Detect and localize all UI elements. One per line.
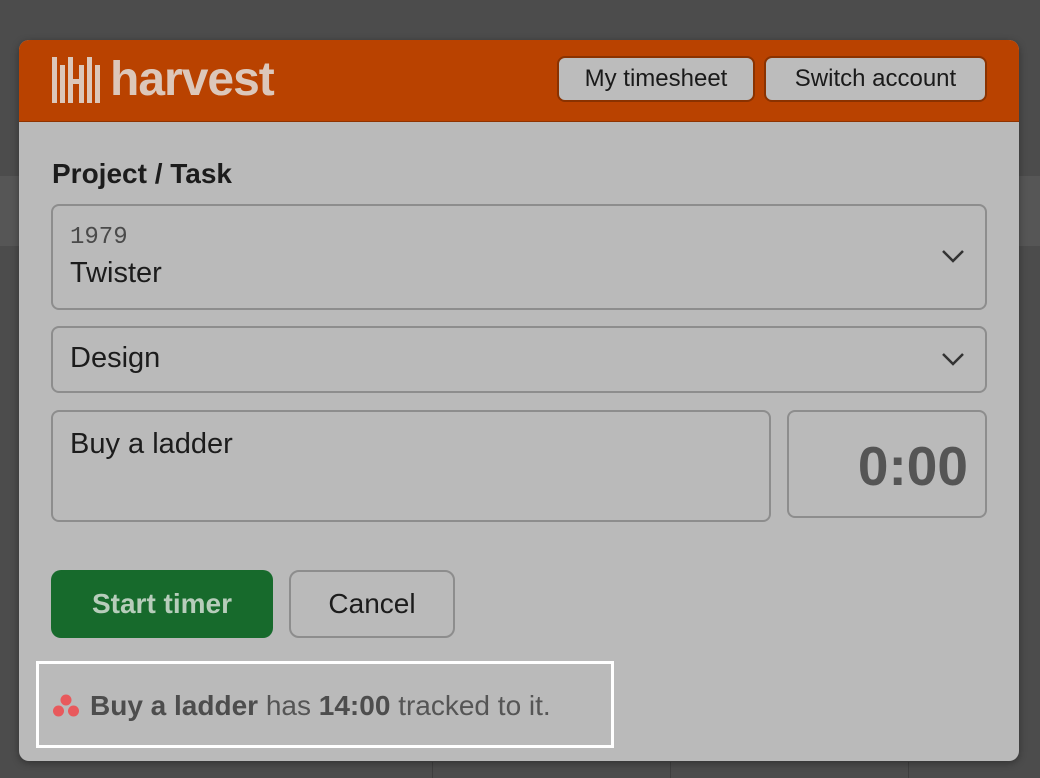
notes-text: Buy a ladder xyxy=(70,428,233,460)
harvest-logo: harvest xyxy=(52,53,275,106)
logo-text: harvest xyxy=(110,53,275,106)
dialog-header: harvest My timesheet Switch account xyxy=(19,40,1019,122)
tracked-time-notice: Buy a ladder has 14:00 tracked to it. xyxy=(36,661,614,748)
background-divider xyxy=(432,762,433,778)
notice-task-name: Buy a ladder xyxy=(90,690,259,721)
project-task-label: Project / Task xyxy=(52,158,233,189)
asana-icon xyxy=(53,694,79,717)
notice-text: Buy a ladder has 14:00 tracked to it. xyxy=(52,684,551,728)
task-select[interactable]: Design xyxy=(51,326,987,393)
chevron-down-icon xyxy=(942,250,964,263)
start-timer-button[interactable]: Start timer xyxy=(51,570,273,638)
project-code: 1979 xyxy=(70,224,128,251)
timer-dialog: harvest My timesheet Switch account Proj… xyxy=(19,40,1019,761)
task-name: Design xyxy=(70,342,161,374)
chevron-down-icon xyxy=(942,353,964,366)
project-name: Twister xyxy=(70,257,162,289)
background-divider xyxy=(670,762,671,778)
switch-account-button[interactable]: Switch account xyxy=(764,56,987,102)
notes-field[interactable]: Buy a ladder xyxy=(51,410,771,522)
background-divider xyxy=(908,762,909,778)
cancel-button[interactable]: Cancel xyxy=(289,570,455,638)
harvest-logo-icon xyxy=(52,57,100,103)
notice-has: has xyxy=(265,690,311,721)
time-field[interactable]: 0:00 xyxy=(787,410,987,518)
my-timesheet-button[interactable]: My timesheet xyxy=(557,56,755,102)
notice-suffix: tracked to it. xyxy=(398,690,551,721)
project-select[interactable]: 1979 Twister xyxy=(51,204,987,310)
time-value: 0:00 xyxy=(857,435,968,497)
notice-tracked-time: 14:00 xyxy=(318,690,391,721)
